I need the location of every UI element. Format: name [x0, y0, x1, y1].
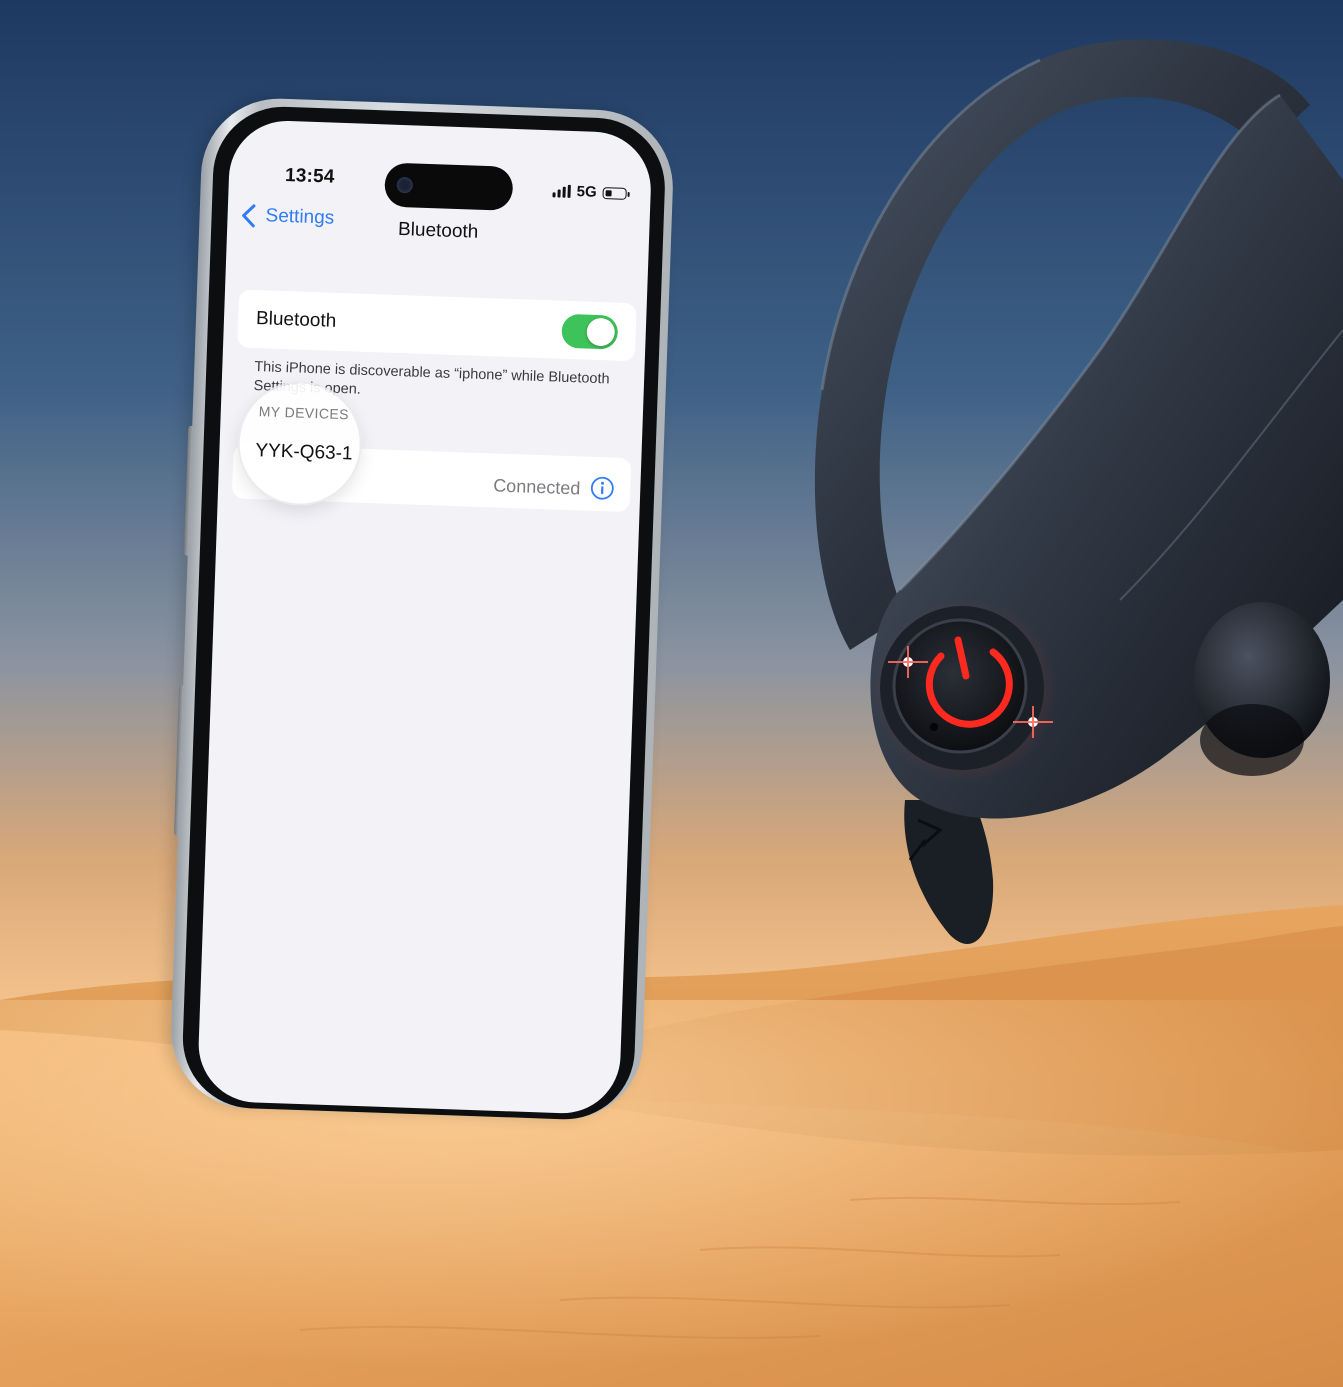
device-name: YYK-Q63-1: [255, 440, 353, 465]
my-devices-header: MY DEVICES: [258, 403, 350, 423]
battery-level: [605, 189, 612, 196]
signal-icon: [552, 184, 571, 198]
bluetooth-row: Bluetooth: [237, 289, 637, 362]
status-indicators: 5G: [552, 182, 627, 202]
network-type: 5G: [576, 183, 597, 201]
product-scene: 13:54 5G Settings Bluetooth Bluetooth Th…: [0, 0, 1343, 1387]
status-time: 13:54: [284, 164, 335, 188]
dynamic-island: [384, 162, 514, 211]
iphone: 13:54 5G Settings Bluetooth Bluetooth Th…: [168, 96, 676, 1122]
info-icon[interactable]: [590, 476, 615, 501]
bluetooth-toggle[interactable]: [561, 313, 619, 350]
battery-icon: [602, 186, 627, 200]
bluetooth-label: Bluetooth: [255, 308, 337, 332]
bluetooth-settings-screen: 13:54 5G Settings Bluetooth Bluetooth Th…: [196, 119, 653, 1116]
page-title: Bluetooth: [397, 218, 479, 243]
device-status: Connected: [492, 475, 581, 499]
front-camera: [396, 176, 414, 194]
toggle-knob: [586, 317, 616, 347]
